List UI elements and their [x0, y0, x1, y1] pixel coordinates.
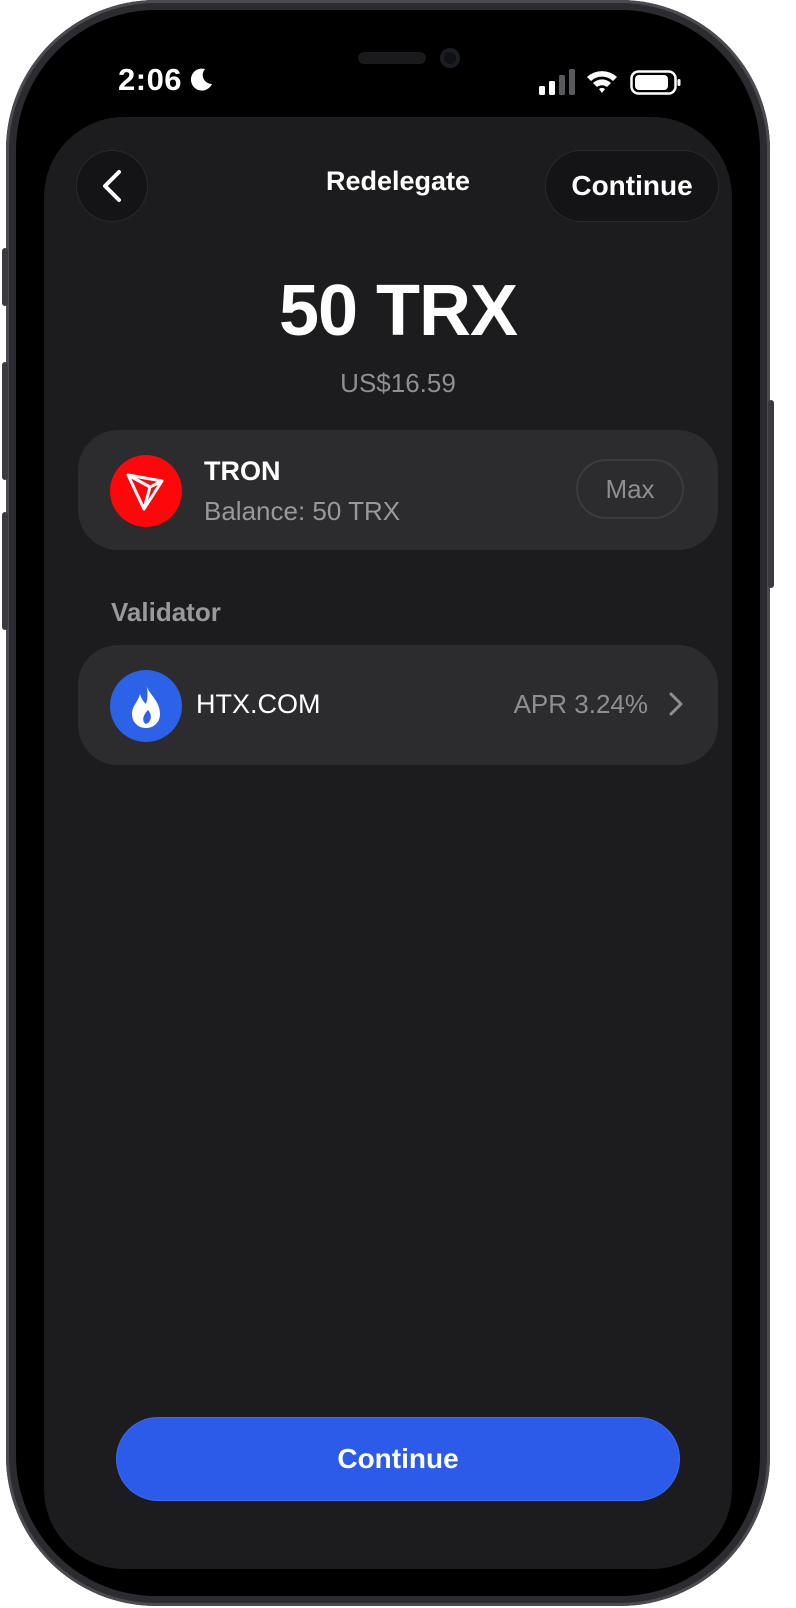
back-button[interactable]: [77, 151, 147, 221]
battery-icon: [630, 70, 681, 95]
token-name: TRON: [204, 456, 281, 486]
htx-logo-icon: [110, 670, 182, 742]
chevron-right-icon: [669, 692, 683, 716]
header-continue-button[interactable]: Continue: [546, 151, 718, 221]
flame-icon: [132, 684, 160, 728]
validator-name: HTX.COM: [196, 689, 321, 719]
tron-triangle-icon: [126, 473, 164, 511]
power-button: [768, 400, 774, 588]
wifi-icon: [587, 71, 617, 93]
side-button: [2, 248, 8, 306]
speaker-grille: [358, 52, 426, 64]
validator-apr: APR 3.24%: [513, 689, 648, 719]
status-time: 2:06: [118, 62, 183, 97]
volume-up-button: [2, 362, 8, 480]
validator-row[interactable]: HTX.COM APR 3.24%: [78, 645, 718, 765]
front-camera: [440, 48, 460, 68]
volume-down-button: [2, 512, 8, 630]
tron-logo-icon: [110, 455, 182, 527]
amount-fiat-value: US$16.59: [340, 368, 456, 398]
max-button[interactable]: Max: [578, 461, 682, 517]
moon-icon: [190, 68, 212, 91]
chevron-left-icon: [103, 170, 121, 202]
amount-value: 50 TRX: [278, 271, 518, 351]
token-balance: Balance: 50 TRX: [204, 496, 401, 526]
validator-section-label: Validator: [111, 597, 221, 627]
continue-button[interactable]: Continue: [117, 1418, 679, 1500]
token-card: TRON Balance: 50 TRX Max: [78, 430, 718, 550]
cellular-signal-icon: [539, 69, 575, 95]
page-title: Redelegate: [325, 166, 471, 196]
